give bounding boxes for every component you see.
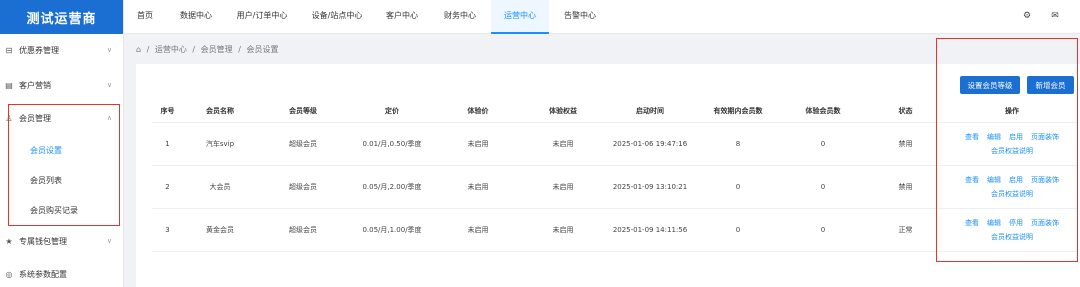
cell-price: 0.05/月,1.00/季度 <box>349 208 435 252</box>
col-header: 体验价 <box>435 100 521 123</box>
cell-price: 0.01/月,0.50/季度 <box>349 122 435 166</box>
cell-start-time: 2025-01-09 14:11:56 <box>605 208 695 252</box>
chevron-down-icon: ∨ <box>106 81 112 89</box>
breadcrumb-item[interactable]: 运营中心 <box>155 45 187 54</box>
cell-valid-count: 0 <box>695 208 781 252</box>
cell-trial-count: 0 <box>781 208 865 252</box>
sidebar-item-system-config[interactable]: ◎ 系统参数配置 <box>0 264 124 284</box>
settings-icon: ◎ <box>5 269 13 279</box>
cell-trial-price: 未启用 <box>435 122 521 166</box>
col-header: 状态 <box>865 100 946 123</box>
cell-valid-count: 8 <box>695 122 781 166</box>
col-header: 序号 <box>152 100 183 123</box>
nav-home[interactable]: 首页 <box>130 0 160 34</box>
col-header: 体验会员数 <box>781 100 865 123</box>
col-header: 有效期内会员数 <box>695 100 781 123</box>
cell-trial-benefit: 未启用 <box>521 122 605 166</box>
cell-valid-count: 0 <box>695 165 781 209</box>
cell-trial-count: 0 <box>781 122 865 166</box>
cell-level: 超级会员 <box>257 165 349 209</box>
nav-finance-center[interactable]: 财务中心 <box>438 0 482 34</box>
sidebar-item-wallet[interactable]: ★ 专属钱包管理 ∨ <box>0 231 124 251</box>
breadcrumb-separator: / <box>238 45 241 54</box>
nav-alarm-center[interactable]: 告警中心 <box>558 0 602 34</box>
cell-name: 汽车svip <box>183 122 257 166</box>
cell-name: 黄金会员 <box>183 208 257 252</box>
chevron-down-icon: ∨ <box>106 237 112 245</box>
breadcrumb-separator: / <box>146 45 150 54</box>
coupon-icon: ⊟ <box>5 45 13 55</box>
sidebar-item-marketing[interactable]: ▤ 客户营销 ∨ <box>0 75 124 95</box>
col-header: 会员等级 <box>257 100 349 123</box>
breadcrumb-separator: / <box>192 45 196 54</box>
cell-trial-benefit: 未启用 <box>521 165 605 209</box>
col-header: 定价 <box>349 100 435 123</box>
cell-start-time: 2025-01-06 19:47:16 <box>605 122 695 166</box>
nav-user-order-center[interactable]: 用户/订单中心 <box>232 0 292 34</box>
app-logo: 测试运营商 <box>0 0 123 34</box>
nav-data-center[interactable]: 数据中心 <box>174 0 218 34</box>
cell-no: 2 <box>152 165 183 209</box>
chevron-down-icon: ∨ <box>106 46 112 54</box>
cell-start-time: 2025-01-09 13:10:21 <box>605 165 695 209</box>
nav-operations-center[interactable]: 运营中心 <box>491 0 549 34</box>
cell-no: 1 <box>152 122 183 166</box>
breadcrumb: ⌂ / 运营中心 / 会员管理 / 会员设置 <box>136 44 281 55</box>
sidebar-item-label: 系统参数配置 <box>19 269 67 279</box>
cell-name: 大会员 <box>183 165 257 209</box>
highlight-box-member-menu <box>8 104 120 226</box>
highlight-box-actions <box>936 38 1078 262</box>
cell-price: 0.05/月,2.00/季度 <box>349 165 435 209</box>
top-navbar: 首页 数据中心 用户/订单中心 设备/站点中心 客户中心 财务中心 运营中心 告… <box>124 0 1080 34</box>
cell-trial-count: 0 <box>781 165 865 209</box>
cell-trial-price: 未启用 <box>435 208 521 252</box>
cell-level: 超级会员 <box>257 208 349 252</box>
home-icon[interactable]: ⌂ <box>136 45 141 54</box>
gear-icon[interactable]: ⚙ <box>1021 10 1033 22</box>
col-header: 会员名称 <box>183 100 257 123</box>
nav-customer-center[interactable]: 客户中心 <box>380 0 424 34</box>
sidebar-item-label: 专属钱包管理 <box>19 236 67 246</box>
breadcrumb-item: 会员设置 <box>246 45 279 54</box>
nav-device-site-center[interactable]: 设备/站点中心 <box>308 0 366 34</box>
cell-no: 3 <box>152 208 183 252</box>
cell-trial-price: 未启用 <box>435 165 521 209</box>
cell-trial-benefit: 未启用 <box>521 208 605 252</box>
col-header: 体验权益 <box>521 100 605 123</box>
col-header: 启动时间 <box>605 100 695 123</box>
cell-status: 禁用 <box>865 165 946 209</box>
marketing-icon: ▤ <box>5 80 13 90</box>
sidebar-item-label: 优惠券管理 <box>19 45 59 55</box>
sidebar-item-coupons[interactable]: ⊟ 优惠券管理 ∨ <box>0 40 124 60</box>
breadcrumb-item[interactable]: 会员管理 <box>201 45 233 54</box>
chat-icon[interactable]: ✉ <box>1049 10 1061 22</box>
cell-status: 禁用 <box>865 122 946 166</box>
sidebar-item-label: 客户营销 <box>19 80 51 90</box>
cell-status: 正常 <box>865 208 946 252</box>
cell-level: 超级会员 <box>257 122 349 166</box>
star-icon: ★ <box>5 236 13 246</box>
